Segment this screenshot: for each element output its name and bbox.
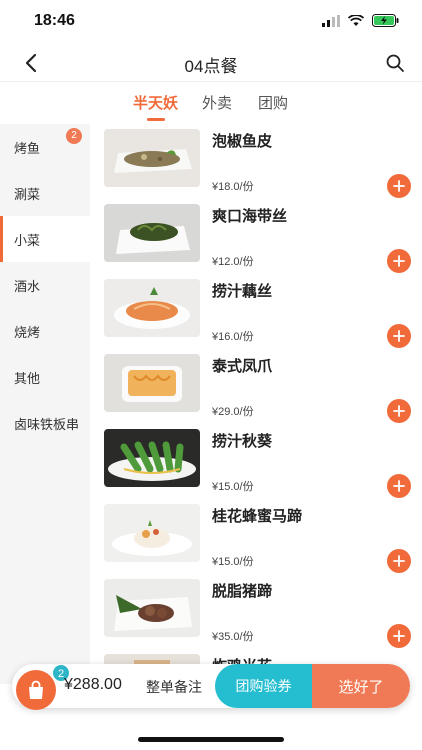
sidebar-item-drinks[interactable]: 酒水 bbox=[0, 262, 90, 308]
tab-bantianyao[interactable]: 半天妖 bbox=[133, 92, 178, 113]
add-to-cart-button[interactable] bbox=[387, 624, 411, 648]
sidebar-item-hotpot-dishes[interactable]: 涮菜 bbox=[0, 170, 90, 216]
plus-icon bbox=[393, 180, 405, 192]
dish-name: 捞汁藕丝 bbox=[212, 283, 273, 300]
dish-price: ¥18.0/份 bbox=[212, 181, 254, 193]
add-to-cart-button[interactable] bbox=[387, 474, 411, 498]
dish-image bbox=[104, 204, 200, 262]
sidebar-item-barbecue[interactable]: 烧烤 bbox=[0, 308, 90, 354]
status-bar: 18:46 bbox=[0, 0, 422, 44]
count-badge: 2 bbox=[66, 128, 82, 144]
search-icon[interactable] bbox=[382, 50, 408, 76]
checkout-button[interactable]: 选好了 bbox=[312, 664, 410, 708]
dish-item[interactable]: 捞汁藕丝 ¥16.0/份 bbox=[90, 274, 422, 349]
dish-image bbox=[104, 279, 200, 337]
dish-item[interactable]: 爽口海带丝 ¥12.0/份 bbox=[90, 199, 422, 274]
shopping-bag-icon[interactable]: 2 bbox=[16, 664, 70, 710]
dish-price: ¥29.0/份 bbox=[212, 406, 254, 418]
cart-bar: 2 ¥288.00 整单备注 团购验券 选好了 bbox=[12, 664, 410, 710]
dish-price: ¥15.0/份 bbox=[212, 481, 254, 493]
status-icons bbox=[322, 14, 400, 27]
sidebar-item-label: 酒水 bbox=[14, 278, 41, 294]
tab-waimai[interactable]: 外卖 bbox=[202, 92, 232, 113]
tab-tuangou[interactable]: 团购 bbox=[258, 92, 288, 113]
plus-icon bbox=[393, 480, 405, 492]
dish-item[interactable]: 脱脂猪蹄 ¥35.0/份 bbox=[90, 574, 422, 649]
dish-item[interactable]: 捞汁秋葵 ¥15.0/份 bbox=[90, 424, 422, 499]
dish-name: 捞汁秋葵 bbox=[212, 433, 273, 450]
plus-icon bbox=[393, 555, 405, 567]
category-sidebar: 烤鱼 2 涮菜 小菜 酒水 烧烤 其他 卤味铁板串 bbox=[0, 124, 90, 684]
add-to-cart-button[interactable] bbox=[387, 399, 411, 423]
dish-list: 泡椒鱼皮 ¥18.0/份 爽口海带丝 ¥12.0/份 捞汁藕丝 ¥16.0/份 … bbox=[90, 124, 422, 668]
nav-bar: 04点餐 bbox=[0, 44, 422, 82]
status-time: 18:46 bbox=[34, 12, 75, 29]
sidebar-item-label: 其他 bbox=[14, 370, 41, 386]
dish-price: ¥12.0/份 bbox=[212, 256, 254, 268]
cart-total: ¥288.00 bbox=[64, 676, 122, 693]
store-tabs: 半天妖 外卖 团购 bbox=[0, 82, 422, 124]
sidebar-item-label: 烤鱼 bbox=[14, 140, 41, 156]
dish-item[interactable]: 桂花蜂蜜马蹄 ¥15.0/份 bbox=[90, 499, 422, 574]
dish-item[interactable]: 泡椒鱼皮 ¥18.0/份 bbox=[90, 124, 422, 199]
dish-image bbox=[104, 129, 200, 187]
plus-icon bbox=[393, 630, 405, 642]
dish-name: 脱脂猪蹄 bbox=[212, 583, 273, 600]
page-title: 04点餐 bbox=[184, 57, 238, 76]
wifi-icon bbox=[348, 14, 364, 26]
dish-item[interactable]: 泰式凤爪 ¥29.0/份 bbox=[90, 349, 422, 424]
sidebar-item-braised-skewers[interactable]: 卤味铁板串 bbox=[0, 400, 90, 446]
add-to-cart-button[interactable] bbox=[387, 324, 411, 348]
dish-price: ¥35.0/份 bbox=[212, 631, 254, 643]
sidebar-item-others[interactable]: 其他 bbox=[0, 354, 90, 400]
battery-charging-icon bbox=[372, 14, 399, 27]
sidebar-item-label: 涮菜 bbox=[14, 186, 41, 202]
sidebar-item-label: 卤味铁板串 bbox=[14, 416, 80, 432]
sidebar-item-label: 烧烤 bbox=[14, 324, 41, 340]
group-voucher-button[interactable]: 团购验券 bbox=[215, 664, 312, 708]
dish-image bbox=[104, 504, 200, 562]
add-to-cart-button[interactable] bbox=[387, 249, 411, 273]
signal-icon bbox=[322, 14, 340, 27]
order-note-button[interactable]: 整单备注 bbox=[146, 677, 202, 697]
add-to-cart-button[interactable] bbox=[387, 549, 411, 573]
plus-icon bbox=[393, 405, 405, 417]
dish-image bbox=[104, 429, 200, 487]
dish-name: 桂花蜂蜜马蹄 bbox=[212, 508, 303, 525]
sidebar-item-grilled-fish[interactable]: 烤鱼 2 bbox=[0, 124, 90, 170]
plus-icon bbox=[393, 255, 405, 267]
tab-indicator bbox=[147, 118, 165, 121]
dish-name: 泡椒鱼皮 bbox=[212, 133, 273, 150]
dish-price: ¥15.0/份 bbox=[212, 556, 254, 568]
sidebar-item-label: 小菜 bbox=[14, 232, 41, 248]
home-indicator bbox=[138, 737, 284, 742]
dish-price: ¥16.0/份 bbox=[212, 331, 254, 343]
add-to-cart-button[interactable] bbox=[387, 174, 411, 198]
sidebar-item-side-dishes[interactable]: 小菜 bbox=[0, 216, 90, 262]
plus-icon bbox=[393, 330, 405, 342]
dish-image bbox=[104, 354, 200, 412]
dish-image bbox=[104, 579, 200, 637]
dish-name: 泰式凤爪 bbox=[212, 358, 273, 375]
dish-name: 爽口海带丝 bbox=[212, 208, 288, 225]
